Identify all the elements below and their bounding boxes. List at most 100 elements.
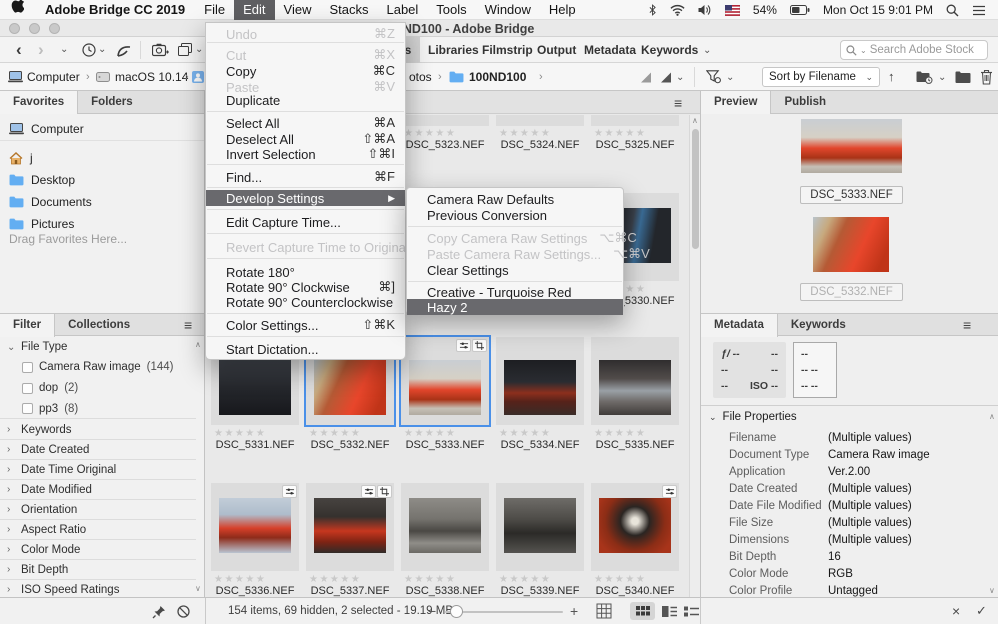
menubar-help[interactable]: Help <box>540 0 585 20</box>
star-rating[interactable]: ★★★★★ <box>496 128 584 139</box>
workspace-tab-filmstrip[interactable]: Filmstrip <box>482 37 533 63</box>
filter-panel-menu-icon[interactable]: ≡ <box>184 318 192 332</box>
star-rating[interactable]: ★★★★★ <box>591 128 679 139</box>
new-folder-icon[interactable] <box>955 71 971 84</box>
filter-option-pp3[interactable]: pp3 (8) <box>0 399 196 419</box>
filter-group-aspect-ratio[interactable]: › Aspect Ratio <box>0 520 196 540</box>
thumbnail-view-button[interactable] <box>630 602 655 620</box>
preview-filename-button[interactable]: DSC_5332.NEF <box>800 283 903 301</box>
menubar-view[interactable]: View <box>275 0 321 20</box>
nav-chevron-icon[interactable]: ⌄ <box>60 44 68 55</box>
crumb-photos-partial[interactable]: otos <box>409 70 432 84</box>
favorite-item-desktop[interactable]: Desktop <box>0 169 204 191</box>
refine-chevron-icon[interactable]: ⌄ <box>195 44 203 55</box>
filter-option-camera-raw[interactable]: Camera Raw image (144) <box>0 357 196 377</box>
menu-item-duplicate[interactable]: Duplicate <box>206 92 405 108</box>
menubar-file[interactable]: File <box>195 0 234 20</box>
file-properties-header[interactable]: ⌄ File Properties <box>709 411 797 423</box>
metadata-value[interactable]: (Multiple values) <box>828 517 912 534</box>
crumb-computer[interactable]: Computer <box>27 70 80 84</box>
reject-mark-icon[interactable]: × <box>952 603 960 619</box>
tab-collections[interactable]: Collections <box>55 314 143 337</box>
content-panel-menu-icon[interactable]: ≡ <box>674 96 682 110</box>
thumbnail-quality-icon[interactable] <box>640 72 652 83</box>
star-rating[interactable]: ★★★★★ <box>401 574 489 585</box>
spotlight-icon[interactable] <box>946 4 959 17</box>
tab-favorites[interactable]: Favorites <box>0 91 79 114</box>
disclosure-collapsed-icon[interactable]: › <box>7 444 15 455</box>
metadata-scroll-down-icon[interactable]: ∨ <box>989 587 995 595</box>
menu-item-invert-selection[interactable]: Invert Selection ⇧⌘I <box>206 146 405 162</box>
wifi-icon[interactable] <box>670 4 685 16</box>
back-button[interactable]: ‹ <box>16 38 22 62</box>
thumbnail-cell[interactable]: ★★★★★ DSC_5324.NEF <box>496 115 584 151</box>
battery-icon[interactable] <box>789 5 810 15</box>
thumbnail-cell[interactable]: ★★★★★ DSC_5339.NEF <box>496 483 584 597</box>
search-input[interactable] <box>869 44 980 56</box>
reject-icon[interactable] <box>177 605 190 618</box>
disclosure-collapsed-icon[interactable]: › <box>7 524 15 535</box>
checkbox[interactable] <box>22 361 33 373</box>
menu-item-previous-conversion[interactable]: Previous Conversion <box>407 207 623 223</box>
crumb-sep-icon[interactable]: › <box>539 71 543 83</box>
filter-group-bit-depth[interactable]: › Bit Depth <box>0 560 196 580</box>
preview-filename-button[interactable]: DSC_5333.NEF <box>800 186 903 204</box>
disclosure-collapsed-icon[interactable]: › <box>7 564 15 575</box>
star-rating[interactable]: ★★★★★ <box>496 428 584 439</box>
menu-item-edit-capture-time[interactable]: Edit Capture Time... <box>206 214 405 230</box>
star-rating[interactable]: ★★★★★ <box>306 428 394 439</box>
input-source-flag-icon[interactable] <box>724 4 740 16</box>
menubar-window[interactable]: Window <box>476 0 540 20</box>
menu-item-rotate-90-ccw[interactable]: Rotate 90° Counterclockwise⌘[ <box>206 294 422 310</box>
filter-group-keywords[interactable]: › Keywords <box>0 420 196 440</box>
workspace-chevron-icon[interactable]: ⌄ <box>703 45 711 56</box>
filter-group-date-created[interactable]: › Date Created <box>0 440 196 460</box>
menu-item-camera-raw-defaults[interactable]: Camera Raw Defaults <box>407 191 623 207</box>
menubar-label[interactable]: Label <box>377 0 427 20</box>
menubar-edit[interactable]: Edit <box>234 0 275 20</box>
menu-item-deselect-all[interactable]: Deselect All ⇧⌘A <box>206 131 405 147</box>
thumbnail-cell-selected[interactable]: ★★★★★ DSC_5333.NEF <box>401 337 489 451</box>
bluetooth-icon[interactable] <box>648 3 657 17</box>
tab-filter[interactable]: Filter <box>0 314 56 337</box>
menu-item-rotate-90-cw[interactable]: Rotate 90° Clockwise ⌘] <box>206 279 405 295</box>
zoom-in-button[interactable]: + <box>570 603 578 619</box>
content-scrollbar[interactable]: ∧ <box>689 115 700 597</box>
recent-folders-icon[interactable] <box>916 71 933 84</box>
window-titlebar[interactable]: 100ND100 - Adobe Bridge <box>0 20 998 37</box>
thumbnail-cell[interactable]: ★★★★★ DSC_5336.NEF <box>211 483 299 597</box>
disclosure-collapsed-icon[interactable]: › <box>7 584 15 595</box>
thumbnail-cell[interactable]: ★★★★★ DSC_5337.NEF <box>306 483 394 597</box>
crumb-current-folder[interactable]: 100ND100 <box>469 70 526 84</box>
metadata-value[interactable]: Ver.2.00 <box>828 466 870 483</box>
menu-item-color-settings[interactable]: Color Settings... ⇧⌘K <box>206 317 405 333</box>
metadata-panel-menu-icon[interactable]: ≡ <box>963 318 971 332</box>
menu-item-creative-turquoise-red[interactable]: Creative - Turquoise Red <box>407 284 623 300</box>
star-rating[interactable]: ★★★★★ <box>496 574 584 585</box>
quality-chevron-icon[interactable]: ⌄ <box>676 72 684 83</box>
disclosure-expanded-icon[interactable]: ⌄ <box>7 342 15 353</box>
menu-item-copy[interactable]: Copy ⌘C <box>206 63 405 79</box>
window-close-button[interactable] <box>9 23 20 34</box>
disclosure-expanded-icon[interactable]: ⌄ <box>709 413 717 422</box>
tab-keywords[interactable]: Keywords <box>778 314 859 337</box>
filter-group-file-type[interactable]: ⌄ File Type <box>0 337 196 357</box>
thumbnail-cell[interactable]: ★★★★★ DSC_5338.NEF <box>401 483 489 597</box>
metadata-value[interactable]: RGB <box>828 568 853 585</box>
checkbox[interactable] <box>22 382 33 394</box>
workspace-tab-output[interactable]: Output <box>537 37 576 63</box>
pin-icon[interactable] <box>152 605 166 619</box>
metadata-value[interactable]: (Multiple values) <box>828 432 912 449</box>
metadata-value[interactable]: (Multiple values) <box>828 483 912 500</box>
star-rating[interactable]: ★★★★★ <box>401 128 489 139</box>
menu-item-clear-settings[interactable]: Clear Settings <box>407 262 623 278</box>
menu-item-select-all[interactable]: Select All ⌘A <box>206 115 405 131</box>
filter-group-date-modified[interactable]: › Date Modified <box>0 480 196 500</box>
workspace-tab-keywords[interactable]: Keywords <box>641 37 698 63</box>
window-minimize-button[interactable] <box>29 23 40 34</box>
history-clock-icon[interactable] <box>82 43 96 57</box>
filter-scroll-down-icon[interactable]: ∨ <box>195 585 201 593</box>
tab-publish[interactable]: Publish <box>771 91 839 114</box>
sort-direction-button[interactable]: ↑ <box>888 69 895 84</box>
boomerang-icon[interactable] <box>116 42 132 58</box>
